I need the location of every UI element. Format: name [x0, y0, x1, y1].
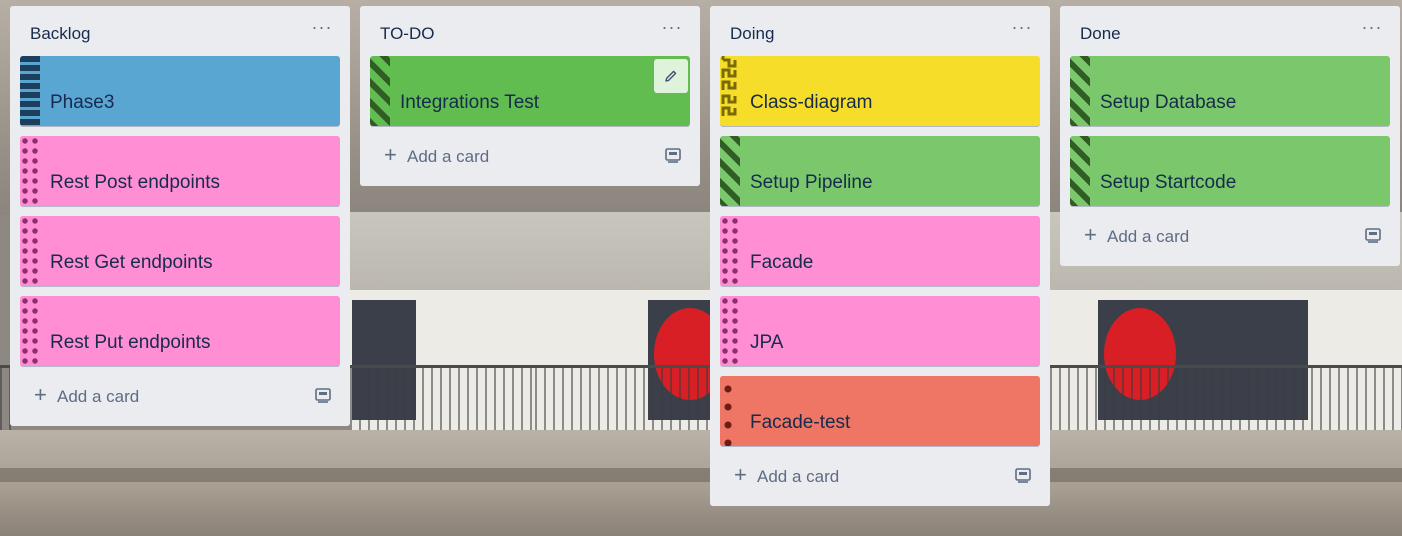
background-fence [1050, 365, 1402, 435]
card[interactable]: Rest Post endpoints [20, 136, 340, 206]
label-pattern [20, 56, 40, 126]
list-header: Backlog ··· [20, 6, 340, 56]
background-platform [0, 430, 1402, 536]
card-title: Setup Pipeline [750, 172, 873, 193]
background-fence [535, 365, 710, 435]
label-pattern [721, 56, 737, 116]
plus-icon: + [734, 462, 747, 487]
plus-icon: + [1084, 222, 1097, 247]
card-title: Setup Database [1100, 92, 1237, 113]
card[interactable]: JPA [720, 296, 1040, 366]
label-pattern [720, 216, 740, 286]
pencil-icon [665, 70, 677, 82]
add-card-label: Add a card [1107, 227, 1190, 246]
add-card-label: Add a card [57, 387, 140, 406]
plus-icon: + [34, 382, 47, 407]
background-wall [350, 212, 535, 302]
list-header: TO-DO ··· [370, 6, 690, 56]
list-backlog: Backlog ··· Phase3 Rest Post endpoints R… [10, 6, 350, 426]
list-header: Done ··· [1070, 6, 1390, 56]
label-pattern [720, 296, 740, 366]
card[interactable]: Rest Put endpoints [20, 296, 340, 366]
card-title: JPA [750, 332, 784, 353]
more-horizontal-icon[interactable]: ··· [658, 18, 686, 42]
label-pattern [720, 376, 740, 446]
card-title: Class-diagram [750, 92, 873, 113]
list-title[interactable]: Done [1080, 24, 1121, 44]
label-pattern [20, 296, 40, 366]
background-fence [350, 365, 535, 435]
background-rail [0, 468, 1402, 482]
card-title: Facade [750, 252, 814, 273]
card-title: Rest Post endpoints [50, 172, 221, 193]
plus-icon: + [384, 142, 397, 167]
background-wall [535, 212, 710, 302]
add-card-label: Add a card [407, 147, 490, 166]
label-pattern [1070, 136, 1090, 206]
card-title: Facade-test [750, 412, 851, 433]
list-header: Doing ··· [720, 6, 1040, 56]
label-pattern [20, 216, 40, 286]
card-title: Rest Get endpoints [50, 252, 213, 273]
edit-card-button[interactable] [654, 59, 688, 93]
card[interactable]: Setup Pipeline [720, 136, 1040, 206]
card[interactable]: Setup Startcode [1070, 136, 1390, 206]
card-title: Integrations Test [400, 92, 540, 113]
list-doing: Doing ··· Class-diagram Setup Pipeline F… [710, 6, 1050, 506]
add-card-label: Add a card [757, 467, 840, 486]
list-done: Done ··· Setup Database Setup Startcode … [1060, 6, 1400, 266]
card-template-icon[interactable] [1364, 226, 1382, 244]
label-pattern [370, 56, 390, 126]
list-title[interactable]: Doing [730, 24, 774, 44]
label-pattern [1070, 56, 1090, 126]
label-pattern [720, 136, 740, 206]
more-horizontal-icon[interactable]: ··· [1358, 18, 1386, 42]
add-card-button[interactable]: + Add a card [720, 446, 1040, 506]
more-horizontal-icon[interactable]: ··· [1008, 18, 1036, 42]
card[interactable]: Facade-test [720, 376, 1040, 446]
card[interactable]: Phase3 [20, 56, 340, 126]
card[interactable]: Setup Database [1070, 56, 1390, 126]
card[interactable]: Facade [720, 216, 1040, 286]
card[interactable]: Rest Get endpoints [20, 216, 340, 286]
add-card-button[interactable]: + Add a card [370, 126, 690, 186]
card-title: Rest Put endpoints [50, 332, 211, 353]
card-template-icon[interactable] [314, 386, 332, 404]
label-pattern [20, 136, 40, 206]
card-template-icon[interactable] [664, 146, 682, 164]
list-todo: TO-DO ··· Integrations Test + Add a card [360, 6, 700, 186]
add-card-button[interactable]: + Add a card [1070, 206, 1390, 266]
card-template-icon[interactable] [1014, 466, 1032, 484]
add-card-button[interactable]: + Add a card [20, 366, 340, 426]
card[interactable]: Class-diagram [720, 56, 1040, 126]
card[interactable]: Integrations Test [370, 56, 690, 126]
more-horizontal-icon[interactable]: ··· [308, 18, 336, 42]
list-title[interactable]: Backlog [30, 24, 90, 44]
list-title[interactable]: TO-DO [380, 24, 434, 44]
card-title: Setup Startcode [1100, 172, 1237, 193]
card-title: Phase3 [50, 92, 115, 113]
